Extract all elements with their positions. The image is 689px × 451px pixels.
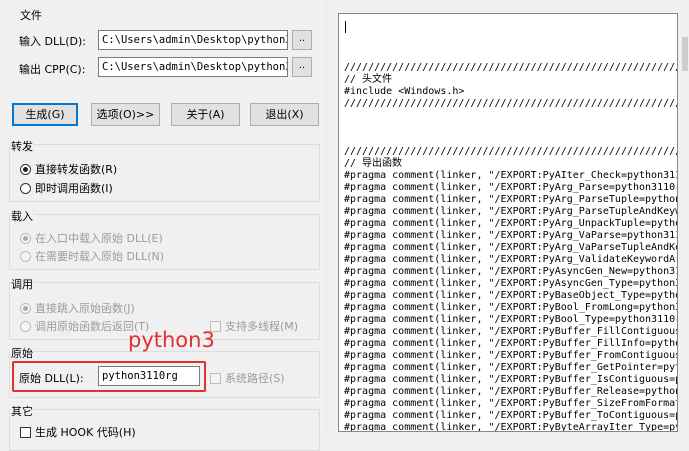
about-button[interactable]: 关于(A) — [171, 103, 240, 126]
code-line: #pragma comment(linker, "/EXPORT:PyBuffe… — [344, 398, 678, 409]
input-dll-label: 输入 DLL(D): — [19, 35, 86, 48]
code-line: #include <Windows.h> — [344, 86, 465, 97]
code-line: #pragma comment(linker, "/EXPORT:PyBuffe… — [344, 374, 678, 385]
code-line: #pragma comment(linker, "/EXPORT:PyBuffe… — [344, 338, 678, 349]
code-line: #pragma comment(linker, "/EXPORT:PyBool_… — [344, 314, 678, 325]
code-line: #pragma comment(linker, "/EXPORT:PyAIter… — [344, 170, 678, 181]
load-group-title: 载入 — [10, 208, 34, 224]
code-line: #pragma comment(linker, "/EXPORT:PyBuffe… — [344, 386, 678, 397]
output-cpp-label: 输出 CPP(C): — [19, 63, 86, 76]
code-line: #pragma comment(linker, "/EXPORT:PyBuffe… — [344, 326, 678, 337]
direct-forward-radio[interactable]: 直接转发函数(R) — [20, 161, 117, 177]
code-line: #pragma comment(linker, "/EXPORT:PyBuffe… — [344, 362, 678, 373]
radio-selected-icon — [20, 163, 31, 175]
panel-splitter[interactable] — [326, 0, 332, 432]
direct-forward-label: 直接转发函数(R) — [35, 163, 118, 176]
load-at-entry-label: 在入口中载入原始 DLL(E) — [35, 232, 163, 245]
vertical-scrollbar[interactable] — [681, 13, 689, 432]
code-line: #pragma comment(linker, "/EXPORT:PyArg_V… — [344, 230, 678, 241]
code-line: // 头文件 — [344, 74, 393, 85]
code-line: #pragma comment(linker, "/EXPORT:PyArg_P… — [344, 194, 678, 205]
code-line: #pragma comment(linker, "/EXPORT:PyArg_U… — [344, 218, 678, 229]
immediate-call-label: 即时调用函数(I) — [35, 182, 113, 195]
code-editor[interactable]: ////////////////////////////////////////… — [338, 13, 678, 432]
browse-input-button[interactable]: .. — [292, 30, 312, 50]
code-line: #pragma comment(linker, "/EXPORT:PyAsync… — [344, 278, 678, 289]
code-line: #pragma comment(linker, "/EXPORT:PyAsync… — [344, 266, 678, 277]
original-group-title: 原始 — [10, 345, 34, 361]
output-cpp-field[interactable]: C:\Users\admin\Desktop\python311 — [98, 57, 288, 77]
load-on-demand-radio[interactable]: 在需要时载入原始 DLL(N) — [20, 248, 164, 264]
radio-unselected-icon — [20, 320, 31, 332]
code-line: #pragma comment(linker, "/EXPORT:PyArg_P… — [344, 182, 678, 193]
system-path-label: 系统路径(S) — [225, 372, 285, 385]
code-line: ////////////////////////////////////////… — [344, 62, 677, 73]
gen-hook-label: 生成 HOOK 代码(H) — [35, 426, 136, 439]
radio-unselected-icon — [20, 250, 31, 262]
code-line: // 导出函数 — [344, 158, 403, 169]
multithread-checkbox[interactable]: 支持多线程(M) — [210, 318, 298, 334]
code-line: #pragma comment(linker, "/EXPORT:PyBuffe… — [344, 410, 678, 421]
direct-jump-label: 直接跳入原始函数(J) — [35, 302, 135, 315]
generate-button[interactable]: 生成(G) — [12, 103, 78, 126]
load-at-entry-radio[interactable]: 在入口中载入原始 DLL(E) — [20, 230, 163, 246]
highlight-box — [12, 361, 206, 392]
radio-unselected-icon — [20, 182, 31, 194]
exit-button[interactable]: 退出(X) — [250, 103, 319, 126]
annotation-text: python3 — [128, 328, 215, 352]
options-button[interactable]: 选项(O)>> — [91, 103, 160, 126]
code-lines: ////////////////////////////////////////… — [344, 14, 678, 432]
code-line: #pragma comment(linker, "/EXPORT:PyBuffe… — [344, 350, 678, 361]
code-line: #pragma comment(linker, "/EXPORT:PyBaseO… — [344, 290, 678, 301]
system-path-checkbox[interactable]: 系统路径(S) — [210, 370, 285, 386]
code-line: ////////////////////////////////////////… — [344, 98, 677, 109]
multithread-label: 支持多线程(M) — [225, 320, 299, 333]
other-group-title: 其它 — [10, 403, 34, 419]
radio-selected-icon — [20, 232, 31, 244]
gen-hook-checkbox[interactable]: 生成 HOOK 代码(H) — [20, 424, 136, 440]
code-line: #pragma comment(linker, "/EXPORT:PyArg_P… — [344, 206, 678, 217]
direct-jump-radio[interactable]: 直接跳入原始函数(J) — [20, 300, 135, 316]
load-on-demand-label: 在需要时载入原始 DLL(N) — [35, 250, 165, 263]
code-line: #pragma comment(linker, "/EXPORT:PyBool_… — [344, 302, 678, 313]
code-line: #pragma comment(linker, "/EXPORT:PyArg_V… — [344, 242, 678, 253]
checkbox-icon — [210, 372, 221, 384]
radio-selected-icon — [20, 302, 31, 314]
immediate-call-radio[interactable]: 即时调用函数(I) — [20, 180, 113, 196]
code-line: ////////////////////////////////////////… — [344, 146, 677, 157]
checkbox-icon — [20, 426, 31, 438]
code-line: #pragma comment(linker, "/EXPORT:PyArg_V… — [344, 254, 678, 265]
file-group-title: 文件 — [20, 9, 42, 22]
forward-group-title: 转发 — [10, 138, 34, 154]
input-dll-field[interactable]: C:\Users\admin\Desktop\python311 — [98, 30, 288, 50]
call-group-title: 调用 — [10, 276, 34, 292]
code-line: #pragma comment(linker, "/EXPORT:PyByteA… — [344, 422, 678, 432]
scrollbar-thumb[interactable] — [682, 37, 688, 71]
browse-output-button[interactable]: .. — [292, 57, 312, 77]
